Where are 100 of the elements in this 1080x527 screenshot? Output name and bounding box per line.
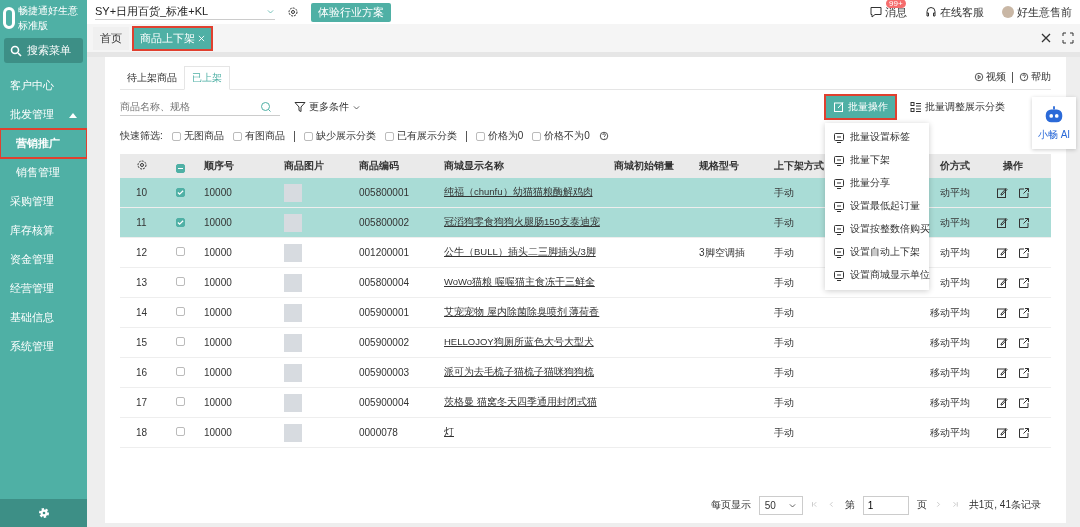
table-cell: 005800002 bbox=[359, 217, 410, 228]
settings-icon bbox=[135, 159, 148, 171]
help-icon bbox=[1019, 72, 1029, 82]
checkbox[interactable] bbox=[176, 247, 185, 256]
checkbox[interactable] bbox=[176, 337, 185, 346]
menu-item[interactable]: 设置商城显示单位 bbox=[825, 264, 929, 287]
table-cell: 10000 bbox=[204, 397, 232, 408]
menu-item[interactable]: 批量设置标签 bbox=[825, 126, 929, 149]
menu-item[interactable]: 设置最低起订量 bbox=[825, 195, 929, 218]
ai-assistant-widget[interactable]: 小畅 AI bbox=[1032, 97, 1076, 149]
filter-label[interactable]: 有图商品 bbox=[244, 129, 285, 143]
table-cell: 0000078 bbox=[359, 427, 398, 438]
checkbox[interactable] bbox=[384, 131, 394, 141]
table-cell: 10000 bbox=[204, 427, 232, 438]
checkbox[interactable] bbox=[176, 307, 185, 316]
help-icon bbox=[598, 131, 609, 141]
product-thumbnail bbox=[284, 183, 302, 202]
list-icon bbox=[910, 101, 922, 113]
product-name-link[interactable]: HELLOJOY狗厕所蓝色大号大型犬 bbox=[444, 336, 594, 347]
edition-label: 标准版 bbox=[18, 18, 49, 33]
column-header: 顺序号 bbox=[204, 160, 234, 171]
filter-label[interactable]: 价格为0 bbox=[487, 129, 524, 143]
table-cell: 10000 bbox=[204, 247, 232, 258]
table-cell: 动平均 bbox=[940, 276, 970, 288]
table-cell: 手动 bbox=[774, 396, 794, 408]
video-link[interactable]: 视频 bbox=[986, 70, 1006, 84]
page-tab[interactable]: 首页 bbox=[93, 26, 129, 50]
company-select[interactable]: SY+日用百货_标准+KL bbox=[95, 4, 275, 20]
product-thumbnail bbox=[284, 213, 302, 232]
checkbox[interactable] bbox=[475, 131, 485, 141]
table-cell: 手动 bbox=[774, 186, 794, 198]
edit-icon bbox=[996, 246, 1008, 259]
product-name-link[interactable]: 茨格曼 猫窝冬天四季通用封闭式猫 bbox=[444, 396, 597, 407]
sub-tab[interactable]: 待上架商品 bbox=[120, 67, 184, 89]
column-header: 商品图片 bbox=[284, 160, 324, 171]
page-input[interactable]: 1 bbox=[862, 495, 909, 515]
chat-icon bbox=[870, 6, 882, 18]
table-cell: 移动平均 bbox=[930, 396, 970, 408]
checkbox[interactable] bbox=[232, 131, 242, 141]
table-cell: 10000 bbox=[204, 337, 232, 348]
user-name[interactable]: 好生意售前 bbox=[1017, 4, 1072, 20]
checkbox[interactable] bbox=[171, 131, 181, 141]
support-link[interactable]: 在线客服 bbox=[940, 4, 984, 20]
checkbox[interactable] bbox=[176, 397, 185, 406]
share-icon bbox=[1018, 366, 1030, 379]
table-cell: 移动平均 bbox=[930, 336, 970, 348]
checkbox[interactable] bbox=[176, 188, 185, 197]
checkbox[interactable] bbox=[176, 218, 185, 227]
edit-icon bbox=[996, 186, 1008, 199]
menu-item[interactable]: 批量分享 bbox=[825, 172, 929, 195]
filter-label[interactable]: 已有展示分类 bbox=[396, 129, 457, 143]
adjust-category-button[interactable]: 批量调整展示分类 bbox=[925, 100, 1005, 114]
more-filters-dropdown[interactable]: 更多条件 bbox=[309, 100, 349, 114]
product-name-link[interactable]: 纯福（chunfu）幼猫猫粮酶解鸡肉 bbox=[444, 186, 593, 197]
help-link[interactable]: 帮助 bbox=[1031, 70, 1051, 84]
checkbox[interactable] bbox=[176, 367, 185, 376]
product-name-link[interactable]: 公牛（BULL）插头二三脚插头/3脚 bbox=[444, 246, 596, 257]
edit-icon bbox=[833, 101, 845, 113]
table-cell: 001200001 bbox=[359, 247, 410, 258]
checkbox[interactable] bbox=[303, 131, 313, 141]
filter-label[interactable]: 缺少展示分类 bbox=[315, 129, 376, 143]
menu-item[interactable]: 设置按整数倍购买 bbox=[825, 218, 929, 241]
filter-label[interactable]: 价格不为0 bbox=[544, 129, 590, 143]
ai-label: 小畅 AI bbox=[1037, 128, 1071, 142]
menu-item-icon bbox=[833, 131, 845, 144]
product-name-link[interactable]: 艾宠宠物 屋内除菌除臭喷剂 薄荷香 bbox=[444, 306, 600, 317]
logo-icon bbox=[3, 7, 15, 29]
product-thumbnail bbox=[284, 363, 302, 382]
avatar bbox=[1002, 6, 1014, 18]
menu-item[interactable]: 设置自动上下架 bbox=[825, 241, 929, 264]
share-icon bbox=[1018, 186, 1030, 199]
search-menu-button[interactable]: 搜索菜单 bbox=[4, 38, 83, 63]
per-page-select[interactable]: 50 bbox=[758, 495, 803, 515]
column-header: 规格型号 bbox=[699, 160, 739, 171]
checkbox[interactable] bbox=[176, 277, 185, 286]
share-icon bbox=[1018, 396, 1030, 409]
headset-icon bbox=[925, 6, 937, 18]
edit-icon bbox=[996, 426, 1008, 439]
checkbox[interactable] bbox=[176, 427, 185, 436]
menu-item[interactable]: 批量下架 bbox=[825, 149, 929, 172]
product-name-link[interactable]: 派可为去毛梳子猫梳子猫咪狗狗梳 bbox=[444, 366, 594, 377]
table-cell: 手动 bbox=[774, 246, 794, 258]
settings-icon bbox=[37, 507, 50, 519]
product-name-link[interactable]: 灯 bbox=[444, 426, 454, 437]
product-name-link[interactable]: WoWo猫粮 喔喔猫主食冻干三鲜全 bbox=[444, 276, 595, 287]
product-thumbnail bbox=[284, 423, 302, 442]
table-cell: 移动平均 bbox=[930, 306, 970, 318]
first-page-icon bbox=[810, 500, 820, 510]
product-name-link[interactable]: 冠滔狗零食狗狗火腿肠150支泰迪宠 bbox=[444, 216, 600, 227]
table-cell: 3脚空调插 bbox=[699, 246, 745, 258]
filter-label[interactable]: 无图商品 bbox=[183, 129, 224, 143]
edit-icon bbox=[996, 396, 1008, 409]
table-cell: 005800001 bbox=[359, 187, 410, 198]
table-cell: 005900002 bbox=[359, 337, 410, 348]
table-cell: 10 bbox=[135, 187, 148, 198]
search-icon bbox=[260, 100, 272, 113]
close-icon[interactable] bbox=[198, 34, 205, 42]
select-all-checkbox[interactable] bbox=[176, 163, 185, 173]
edit-icon bbox=[996, 216, 1008, 229]
checkbox[interactable] bbox=[532, 131, 542, 141]
